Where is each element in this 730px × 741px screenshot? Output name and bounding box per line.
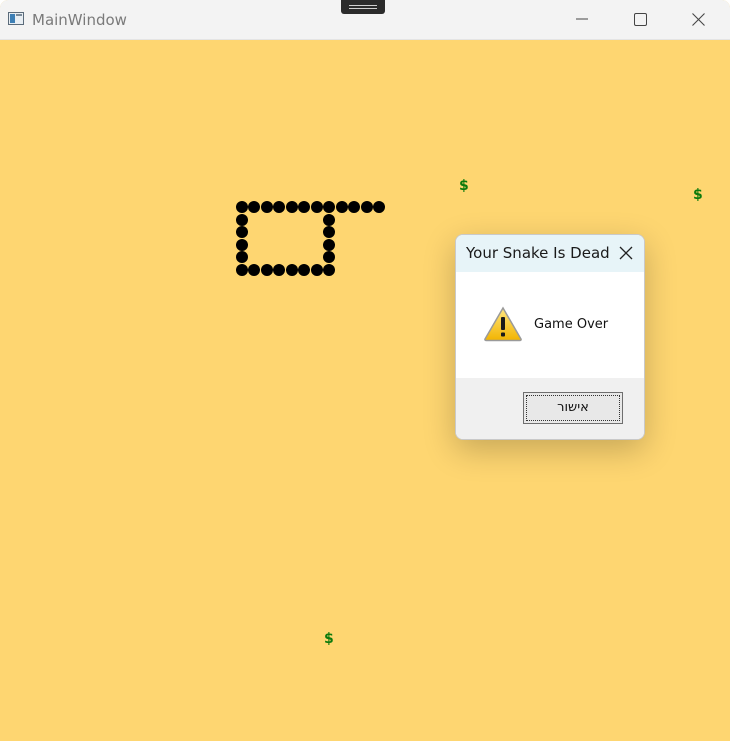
snake-segment xyxy=(323,264,335,276)
food-dollar: $ xyxy=(459,178,469,194)
snake-segment xyxy=(286,201,298,213)
maximize-icon xyxy=(634,13,647,26)
snake-segment xyxy=(273,201,285,213)
dialog-title: Your Snake Is Dead xyxy=(466,244,610,262)
close-icon xyxy=(692,13,705,26)
snake-segment xyxy=(273,264,285,276)
snake-segment xyxy=(373,201,385,213)
food-dollar: $ xyxy=(693,187,703,203)
warning-icon xyxy=(484,306,522,342)
dialog-message: Game Over xyxy=(534,317,609,332)
close-icon xyxy=(619,246,633,260)
snake-segment xyxy=(361,201,373,213)
snake-segment xyxy=(323,226,335,238)
window-title: MainWindow xyxy=(32,11,127,29)
snake-segment xyxy=(236,201,248,213)
snake-segment xyxy=(298,201,310,213)
snake-segment xyxy=(236,264,248,276)
snake-segment xyxy=(236,226,248,238)
snake-segment xyxy=(248,264,260,276)
dialog-body: Game Over xyxy=(456,272,644,378)
snake-segment xyxy=(348,201,360,213)
game-over-dialog: Your Snake Is Dead Game Over אישור xyxy=(455,234,645,440)
snake-segment xyxy=(311,264,323,276)
minimize-button[interactable] xyxy=(554,0,612,39)
dialog-footer: אישור xyxy=(456,378,644,439)
title-bar[interactable]: MainWindow xyxy=(0,0,730,40)
ok-button[interactable]: אישור xyxy=(523,392,623,424)
main-window: MainWindow $ $ $ Your Snake Is Dead Game… xyxy=(0,0,730,741)
snake-segment xyxy=(261,264,273,276)
food-dollar: $ xyxy=(324,631,334,647)
snake-segment xyxy=(323,214,335,226)
snap-grip-handle[interactable] xyxy=(341,0,385,14)
snake-segment xyxy=(248,201,260,213)
snake-segment xyxy=(298,264,310,276)
dialog-title-bar[interactable]: Your Snake Is Dead xyxy=(456,235,644,272)
snake-segment xyxy=(236,239,248,251)
app-window-icon xyxy=(8,12,24,25)
snake-segment xyxy=(261,201,273,213)
maximize-button[interactable] xyxy=(612,0,670,39)
snake-segment xyxy=(311,201,323,213)
dialog-close-button[interactable] xyxy=(616,243,636,263)
snake-segment xyxy=(286,264,298,276)
snake-segment xyxy=(323,239,335,251)
snake-segment xyxy=(336,201,348,213)
close-button[interactable] xyxy=(670,0,728,39)
minimize-icon xyxy=(576,18,588,20)
snake-segment xyxy=(236,251,248,263)
snake-segment xyxy=(236,214,248,226)
snake-segment xyxy=(323,201,335,213)
snake-segment xyxy=(323,251,335,263)
